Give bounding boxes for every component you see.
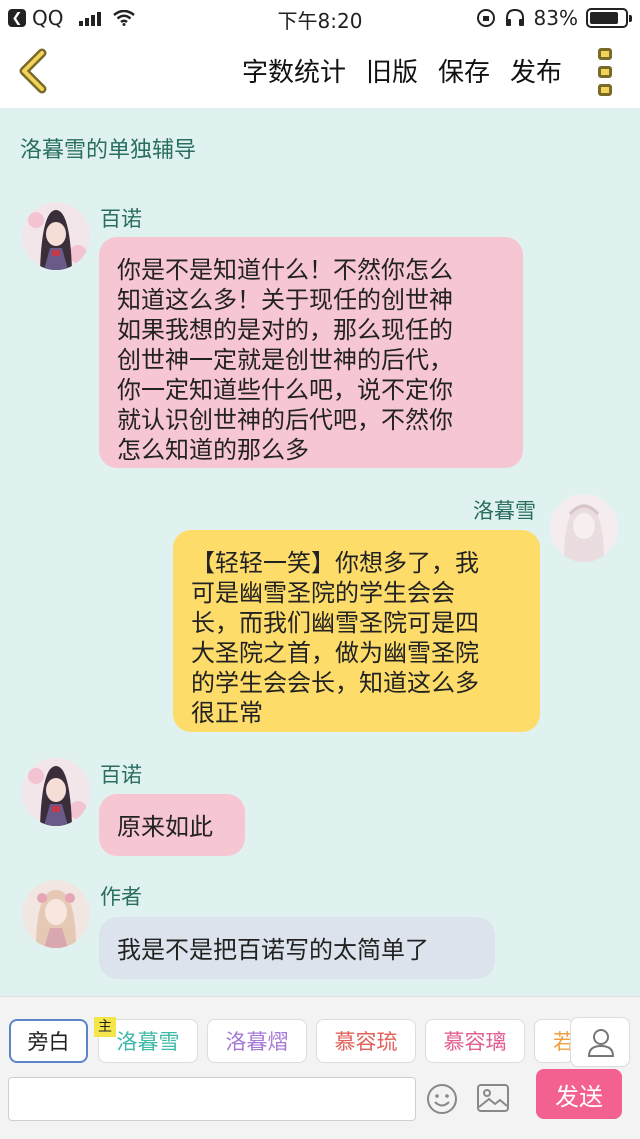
back-chevron-icon[interactable] [14,48,54,94]
more-menu-icon[interactable] [598,48,614,96]
role-label: 旁白 [27,1030,70,1054]
master-badge: 主 [94,1017,116,1037]
role-label: 慕容璃 [443,1030,507,1054]
role-chip-murongli[interactable]: 慕容璃 [425,1019,525,1063]
publish-button[interactable]: 发布 [510,52,562,89]
rotation-lock-icon [476,9,495,27]
role-chip-narrator[interactable]: 旁白 [9,1019,88,1063]
emoji-icon[interactable] [426,1083,458,1115]
save-button[interactable]: 保存 [438,52,490,89]
role-chip-luomuyi[interactable]: 洛暮熠 [207,1019,307,1063]
message-bubble[interactable]: 【轻轻一笑】你想多了，我 可是幽雪圣院的学生会会 长，而我们幽雪圣院可是四 大圣… [173,530,540,732]
role-chip-murongliu[interactable]: 慕容琉 [316,1019,416,1063]
role-chip-ruo[interactable]: 若 [534,1019,574,1063]
role-label: 洛暮雪 [116,1030,180,1054]
role-label: 洛暮熠 [225,1030,289,1054]
top-toolbar: 字数统计 旧版 保存 发布 [0,34,640,108]
sender-name: 作者 [100,885,142,909]
avatar-luomuxue[interactable] [550,494,618,562]
battery-icon [586,8,632,28]
chat-title: 洛暮雪的单独辅导 [20,138,197,163]
sender-name: 洛暮雪 [473,499,536,523]
person-icon [587,1029,615,1057]
sender-name: 百诺 [100,207,142,231]
avatar-bainuo[interactable] [22,202,90,270]
composer-panel: 旁白 洛暮雪 主 洛暮熠 慕容琉 慕容璃 若 发送 [0,996,640,1139]
image-icon[interactable] [476,1083,510,1113]
avatar-author[interactable] [22,880,90,948]
message-input[interactable] [8,1077,416,1121]
word-count-button[interactable]: 字数统计 [242,52,346,89]
message-bubble[interactable]: 我是不是把百诺写的太简单了 [99,917,495,979]
headphones-icon [505,8,524,26]
old-version-button[interactable]: 旧版 [366,52,418,89]
message-bubble[interactable]: 你是不是知道什么！不然你怎么 知道这么多！关于现任的创世神 如果我想的是对的，那… [99,237,523,468]
add-role-button[interactable] [570,1017,630,1067]
status-bar: ❮ QQ 下午8:20 83% [0,0,640,34]
battery-percent: 83% [533,6,578,30]
send-button[interactable]: 发送 [536,1069,622,1119]
message-bubble[interactable]: 原来如此 [99,794,245,856]
role-label: 慕容琉 [334,1030,398,1054]
avatar-bainuo[interactable] [22,758,90,826]
sender-name: 百诺 [100,763,142,787]
